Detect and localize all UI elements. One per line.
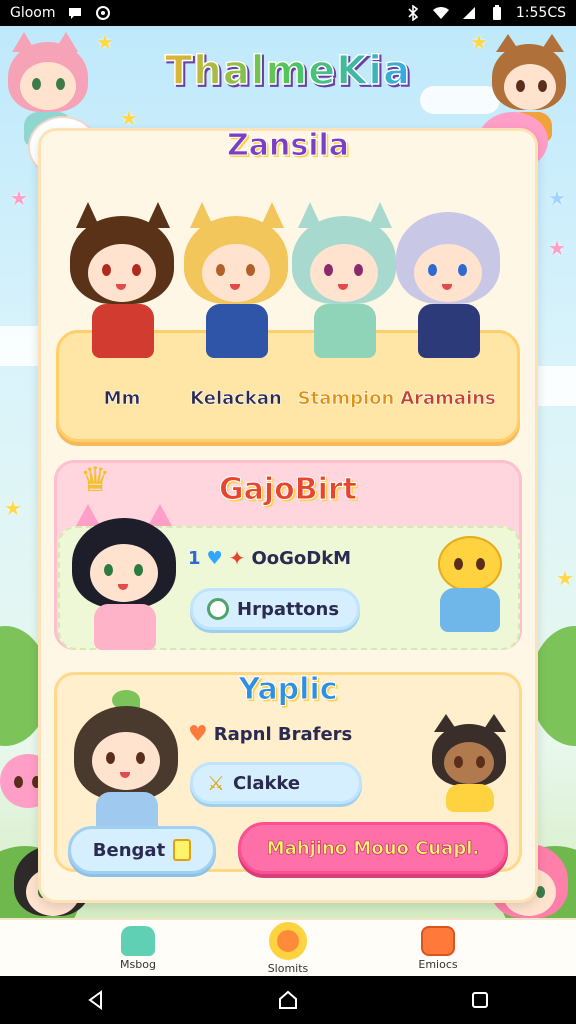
star-decoration: ★ — [4, 496, 22, 520]
back-triangle-icon — [88, 990, 102, 1010]
home-button[interactable] — [268, 980, 308, 1020]
team-character-2-name: Kelackan — [190, 388, 282, 410]
yaplic-card-row: ♥ Rapnl Brafers — [188, 722, 352, 747]
primary-action-button[interactable]: Mahjino Mouo Cuapl. — [238, 822, 508, 874]
clock-label: 1:55CS — [515, 5, 566, 21]
system-nav-bar — [0, 976, 576, 1024]
gajo-card-row: 1 ♥ ✦ OoGoDkM — [188, 546, 351, 570]
signal-icon — [460, 4, 478, 22]
nav-item-emiocs[interactable]: Emiocs — [398, 925, 478, 971]
sword-icon: ⚔ — [207, 771, 225, 795]
star-decoration: ★ — [548, 186, 566, 210]
team-character-4[interactable] — [392, 202, 504, 362]
team-character-4-name: Aramains — [400, 388, 496, 410]
frog-icon — [121, 925, 155, 956]
nav-item-label: Msbog — [120, 957, 156, 971]
gajo-card-row-text: OoGoDkM — [251, 547, 352, 569]
star-decoration: ★ — [556, 566, 574, 590]
clakke-button[interactable]: ⚔ Clakke — [190, 762, 362, 804]
app-title: ThalmeKia — [0, 47, 576, 95]
yaplic-card-row-text: Rapnl Brafers — [213, 724, 353, 745]
team-character-1-name: Mm — [103, 388, 141, 410]
dark-cat-mascot — [430, 714, 514, 814]
gajo-card-girl — [68, 504, 180, 654]
yellow-bear-mascot — [426, 536, 512, 636]
gajo-card-title: GajoBirt — [218, 472, 358, 508]
bengat-button[interactable]: Bengat — [68, 826, 216, 874]
clakke-button-label: Clakke — [232, 772, 301, 794]
nav-item-msbog[interactable]: Msbog — [98, 925, 178, 971]
badge-icon — [207, 598, 229, 620]
recents-button[interactable] — [460, 980, 500, 1020]
wifi-icon — [432, 4, 450, 22]
nav-item-slomits[interactable]: Slomits — [248, 921, 328, 975]
hrpattons-button[interactable]: Hrpattons — [190, 588, 360, 630]
nav-item-label: Emiocs — [418, 957, 458, 971]
status-right: 1:55CS — [404, 4, 566, 22]
primary-action-button-label: Mahjino Mouo Cuapl. — [266, 837, 480, 859]
status-bar: Gloom 1:55CS — [0, 0, 576, 26]
number-one-icon: 1 — [188, 547, 201, 569]
back-button[interactable] — [76, 980, 116, 1020]
circle-app-icon — [94, 4, 112, 22]
star-decoration: ★ — [120, 106, 138, 130]
team-character-3-name: Stampion — [297, 388, 395, 410]
bluetooth-icon — [404, 4, 422, 22]
team-character-3[interactable] — [288, 202, 400, 362]
star-decoration: ★ — [548, 236, 566, 260]
book-icon — [421, 925, 455, 956]
yaplic-card-girl — [70, 690, 182, 840]
puzzle-icon: ✦ — [228, 546, 246, 570]
recents-square-icon — [472, 992, 488, 1008]
crown-icon: ♛ — [80, 460, 111, 500]
app-screen: ★ ★ ★ ★ ★ ★ ★ ★ ThalmeKia Zansila Mm Kel… — [0, 26, 576, 976]
donut-icon — [269, 921, 307, 960]
heart-icon: ♥ — [188, 722, 208, 747]
bottom-nav: Msbog Slomits Emiocs — [0, 918, 576, 976]
team-character-1[interactable] — [66, 202, 178, 362]
bengat-button-label: Bengat — [92, 839, 166, 861]
home-icon — [279, 990, 297, 1009]
star-decoration: ★ — [10, 186, 28, 210]
team-section-title: Zansila — [226, 128, 350, 164]
hrpattons-button-label: Hrpattons — [237, 598, 340, 620]
chat-bubble-icon — [66, 4, 84, 22]
ticket-icon — [173, 839, 192, 861]
heart-icon: ♥ — [206, 547, 223, 569]
nav-item-label: Slomits — [267, 961, 309, 975]
status-left: Gloom — [10, 4, 112, 22]
carrier-label: Gloom — [10, 5, 56, 21]
team-character-2[interactable] — [180, 202, 292, 362]
battery-icon — [488, 4, 506, 22]
